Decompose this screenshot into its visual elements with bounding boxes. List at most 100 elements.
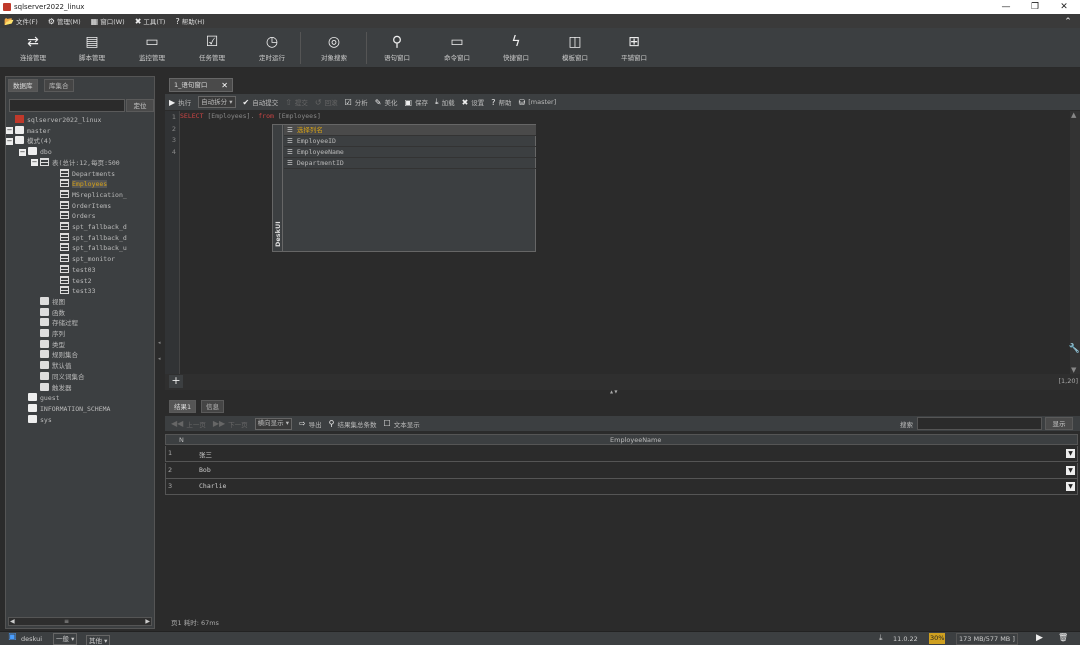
trash-icon[interactable]: 🗑: [1058, 633, 1068, 643]
table-row[interactable]: 2 Bob ▼: [165, 462, 1078, 479]
tree-node-orders[interactable]: Orders: [60, 211, 95, 221]
run-button[interactable]: ▶ 执行: [169, 97, 191, 108]
splitter-handle-icon[interactable]: ▲ ▼: [610, 389, 617, 394]
tree-node-sqlserver2022-linux[interactable]: sqlserver2022_linux: [15, 115, 101, 125]
tree-horizontal-scrollbar[interactable]: ◀ ≡ ▶: [8, 617, 152, 626]
toolbar-task-button[interactable]: ☑ 任务管理: [182, 32, 242, 62]
tree-node-test03[interactable]: test03: [60, 264, 95, 275]
toolbar-template-button[interactable]: ◫ 模板窗口: [545, 32, 605, 62]
tree-node-item[interactable]: 触发器: [40, 382, 72, 393]
other-select[interactable]: 其他 ▾: [86, 635, 111, 645]
table-row[interactable]: 3 Charlie ▼: [165, 479, 1078, 495]
tree-node-orderitems[interactable]: OrderItems: [60, 200, 111, 211]
add-statement-button[interactable]: +: [169, 375, 183, 388]
autocomplete-item-employeename[interactable]: ☰ EmployeeName: [284, 147, 536, 158]
next-page-button[interactable]: ▶▶ 下一页: [213, 419, 248, 429]
tree-node-item[interactable]: 视图: [40, 296, 65, 307]
tree-node-test33[interactable]: test33: [60, 286, 95, 296]
cell-dropdown-icon[interactable]: ▼: [1066, 482, 1075, 491]
tree-node-guest[interactable]: guest: [28, 393, 60, 403]
rollback-button[interactable]: ↺ 回滚: [315, 97, 338, 108]
tab-sql-window[interactable]: 1_语句窗口 ✕: [169, 78, 233, 92]
save-button[interactable]: ▣ 保存: [404, 97, 428, 108]
toolbar-command-button[interactable]: ▭ 命令窗口: [427, 32, 487, 62]
commit-button[interactable]: ⇧ 提交: [285, 97, 308, 108]
tree-node-spt-fallback-d[interactable]: spt_fallback_d: [60, 232, 127, 243]
export-button[interactable]: ⇨ 导出: [299, 419, 322, 429]
tree-node-spt-monitor[interactable]: spt_monitor: [60, 254, 115, 264]
beautify-button[interactable]: ✎ 美化: [375, 97, 398, 108]
panel-collapse-icon[interactable]: ◂: [158, 340, 161, 346]
tab-database[interactable]: 数据库: [8, 79, 38, 92]
autocomplete-item-employeeid[interactable]: ☰ EmployeeID: [284, 136, 536, 147]
locate-button[interactable]: 定位: [126, 99, 154, 112]
auto-split-select[interactable]: 自动拆分 ▾: [198, 96, 236, 108]
tree-node-12-500[interactable]: 表(总计:12,每页:500: [40, 157, 120, 168]
toolbar-search-button[interactable]: ⚲ 语句窗口: [367, 32, 427, 62]
menu-folder[interactable]: 📂 文件(F): [4, 16, 38, 27]
cell-employeename[interactable]: 张三: [199, 449, 212, 459]
cell-employeename[interactable]: Charlie: [199, 482, 226, 490]
tree-node-item[interactable]: 类型: [40, 339, 65, 350]
tree-node-item[interactable]: 存储过程: [40, 318, 78, 328]
run-icon[interactable]: ▶: [1036, 633, 1043, 643]
expand-toggle-icon[interactable]: −: [6, 127, 13, 135]
show-button[interactable]: 显示: [1045, 417, 1073, 430]
toolbar-monitor-button[interactable]: ▭ 监控管理: [122, 32, 182, 62]
editor-vertical-scrollbar[interactable]: ▲ ▼: [1070, 111, 1080, 374]
autocomplete-item-item[interactable]: ☰ 选择列名: [284, 125, 536, 136]
tree-node-information-schema[interactable]: INFORMATION_SCHEMA: [28, 403, 110, 414]
column-header-employeename[interactable]: EmployeeName: [610, 435, 661, 446]
load-button[interactable]: ⤓ 加载: [435, 97, 455, 107]
tree-node-sys[interactable]: sys: [28, 414, 52, 425]
tree-node-dbo[interactable]: dbo: [28, 147, 52, 157]
first-page-button[interactable]: ◀◀ 上一页: [171, 419, 206, 429]
scroll-up-icon[interactable]: ▲: [1071, 111, 1076, 119]
tree-node-spt-fallback-d[interactable]: spt_fallback_d: [60, 222, 127, 232]
search-button[interactable]: ⚲ 结果集总条数: [329, 419, 377, 429]
orientation-select[interactable]: 横向显示 ▾: [254, 417, 292, 430]
tree-node-item[interactable]: 序列: [40, 329, 65, 339]
tree-node-employees[interactable]: Employees: [60, 179, 108, 189]
checkbox-button[interactable]: ☐ 文本显示: [384, 419, 420, 429]
scroll-down-icon[interactable]: ▼: [1071, 366, 1076, 374]
tree-node-item[interactable]: 规则集合: [40, 350, 78, 360]
panel-expand-icon[interactable]: ◂: [158, 356, 161, 362]
close-tab-icon[interactable]: ✕: [221, 79, 228, 92]
restore-button[interactable]: ❐: [1021, 0, 1049, 14]
result-search-input[interactable]: [917, 417, 1042, 430]
wrench-icon[interactable]: 🔧: [1069, 344, 1080, 354]
settings-button[interactable]: ✖ 设置: [462, 97, 485, 108]
tab-info[interactable]: 信息: [201, 400, 224, 413]
toolbar-lightning-button[interactable]: ϟ 快捷窗口: [486, 32, 546, 62]
toolbar-clock-button[interactable]: ◷ 定时运行: [242, 32, 302, 62]
toolbar-tile-button[interactable]: ⊞ 平铺窗口: [604, 32, 664, 62]
menu-tools[interactable]: ✖ 工具(T): [135, 16, 166, 27]
cell-dropdown-icon[interactable]: ▼: [1066, 449, 1075, 458]
tree-node-spt-fallback-u[interactable]: spt_fallback_u: [60, 243, 127, 253]
scroll-left-icon[interactable]: ◀: [10, 618, 15, 625]
table-row[interactable]: 1 张三 ▼: [165, 446, 1078, 462]
tab-collection[interactable]: 库集合: [44, 79, 74, 92]
menu-help[interactable]: ? 帮助(H): [175, 16, 204, 27]
cell-dropdown-icon[interactable]: ▼: [1066, 465, 1075, 475]
scroll-thumb[interactable]: ≡: [64, 618, 69, 625]
tree-node-master[interactable]: master: [15, 125, 50, 136]
help-button[interactable]: ? 帮助: [491, 97, 511, 108]
scroll-right-icon[interactable]: ▶: [145, 618, 150, 625]
tree-node-item[interactable]: 函数: [40, 307, 65, 318]
tree-node-item[interactable]: 同义词集合: [40, 371, 85, 382]
tree-node-departments[interactable]: Departments: [60, 168, 115, 179]
tree-node-msreplication[interactable]: MSreplication_: [60, 189, 127, 200]
toolbar-script-button[interactable]: ▤ 脚本管理: [62, 32, 122, 62]
close-button[interactable]: ✕: [1050, 0, 1078, 14]
toolbar-object-search-button[interactable]: ◎ 对象搜索: [304, 32, 364, 62]
tree-node-test2[interactable]: test2: [60, 275, 92, 286]
tree-node-4[interactable]: 模式(4): [15, 136, 52, 146]
toolbar-connection-button[interactable]: ⇄ 连接管理: [3, 32, 63, 62]
tab-result-1[interactable]: 结果1: [169, 400, 197, 413]
expand-toggle-icon[interactable]: −: [6, 137, 13, 145]
menu-gear[interactable]: ⚙ 管理(M): [48, 16, 81, 27]
sql-editor[interactable]: 1 2 3 4 SELECT [Employees]. from [Employees…: [165, 111, 1080, 374]
database-button[interactable]: ⛁ [master]: [519, 98, 557, 107]
